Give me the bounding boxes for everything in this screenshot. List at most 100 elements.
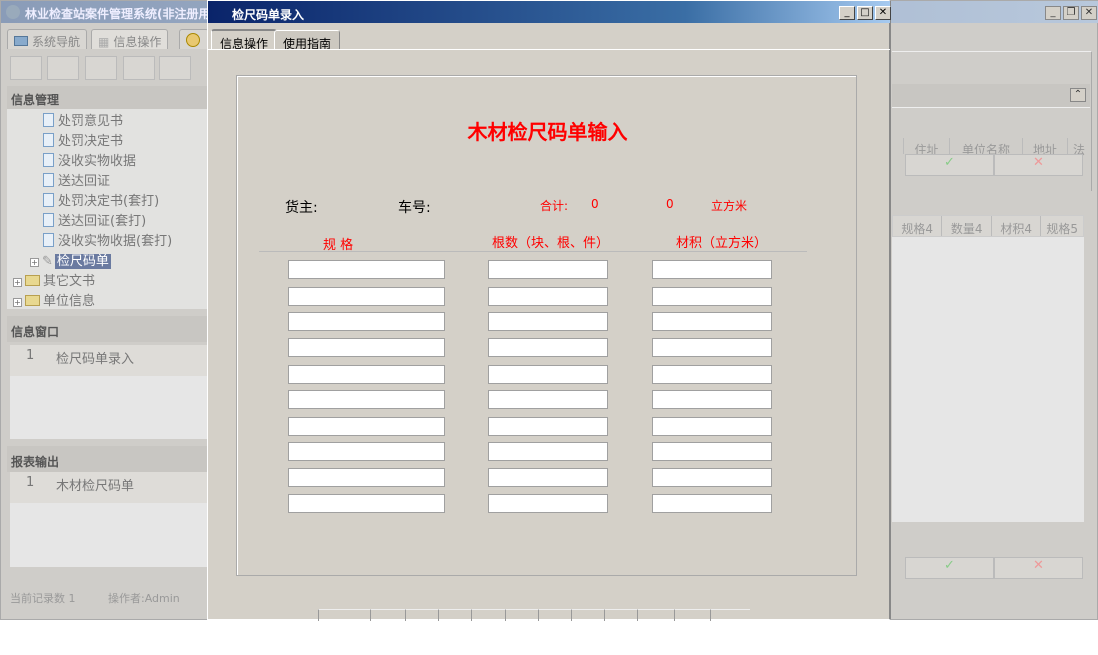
- bottom-button[interactable]: [674, 609, 710, 621]
- volume-input[interactable]: [652, 287, 772, 306]
- bottom-button[interactable]: [471, 609, 505, 621]
- header-divider: [259, 251, 807, 252]
- volume-input[interactable]: [652, 365, 772, 384]
- bottom-button[interactable]: [370, 609, 405, 621]
- cancel-button[interactable]: ✕: [994, 557, 1083, 579]
- confirm-button[interactable]: ✓: [905, 154, 994, 176]
- bottom-button[interactable]: [710, 609, 748, 621]
- bottom-button[interactable]: [571, 609, 604, 621]
- search-tool-button[interactable]: [10, 56, 42, 80]
- spec-input[interactable]: [288, 390, 445, 409]
- count-input[interactable]: [488, 442, 608, 461]
- tree-item[interactable]: 没收实物收据: [43, 150, 208, 170]
- close-button[interactable]: ✕: [1081, 6, 1097, 20]
- col-count-header: 根数（块、根、件）: [492, 232, 609, 251]
- tree-item[interactable]: 送达回证: [43, 170, 208, 190]
- collapse-button[interactable]: ⌃: [1070, 88, 1086, 102]
- count-input[interactable]: [488, 365, 608, 384]
- total-volume: 0: [666, 197, 674, 211]
- dialog-maximize-button[interactable]: □: [857, 6, 873, 20]
- bottom-button[interactable]: [637, 609, 674, 621]
- bottom-button[interactable]: [318, 609, 370, 621]
- spec-input[interactable]: [288, 417, 445, 436]
- document-icon: [43, 193, 54, 207]
- spec-input[interactable]: [288, 312, 445, 331]
- tree-item[interactable]: 处罚决定书: [43, 130, 208, 150]
- volume-input[interactable]: [652, 312, 772, 331]
- tab-guide[interactable]: 使用指南: [274, 30, 340, 49]
- spec-input[interactable]: [288, 338, 445, 357]
- volume-input[interactable]: [652, 494, 772, 513]
- tab-info-ops[interactable]: 信息操作: [211, 29, 277, 50]
- count-input[interactable]: [488, 468, 608, 487]
- unit-label: 立方米: [711, 197, 747, 214]
- tree-item[interactable]: 没收实物收据(套打): [43, 230, 208, 250]
- count-input[interactable]: [488, 287, 608, 306]
- spec-input[interactable]: [288, 260, 445, 279]
- spec-input[interactable]: [288, 365, 445, 384]
- restore-button[interactable]: ❐: [1063, 6, 1079, 20]
- count-input[interactable]: [488, 390, 608, 409]
- help-icon: [186, 33, 200, 47]
- tree-item[interactable]: 送达回证(套打): [43, 210, 208, 230]
- bottom-button[interactable]: [538, 609, 571, 621]
- volume-input[interactable]: [652, 260, 772, 279]
- grid2-header: 规格4 数量4 材积4 规格5: [892, 215, 1084, 237]
- bottom-button[interactable]: [405, 609, 438, 621]
- count-input[interactable]: [488, 417, 608, 436]
- volume-input[interactable]: [652, 468, 772, 487]
- tree-item-selected[interactable]: +✎检尺码单: [7, 250, 208, 270]
- spec-input[interactable]: [288, 494, 445, 513]
- tool-icon: ✎: [42, 254, 53, 269]
- tab-system-nav[interactable]: 系统导航: [7, 29, 87, 49]
- owner-label: 货主:: [285, 197, 318, 217]
- bottom-button[interactable]: [438, 609, 471, 621]
- document-tool-button[interactable]: [85, 56, 117, 80]
- tree-item[interactable]: 处罚意见书: [43, 110, 208, 130]
- expand-icon: +: [13, 298, 22, 307]
- tab-info-ops[interactable]: ▦信息操作: [91, 29, 168, 49]
- count-input[interactable]: [488, 494, 608, 513]
- dialog-minimize-button[interactable]: _: [839, 6, 855, 20]
- cancel-button[interactable]: ✕: [994, 154, 1083, 176]
- count-input[interactable]: [488, 260, 608, 279]
- volume-input[interactable]: [652, 417, 772, 436]
- list-item[interactable]: 1检尺码单录入: [10, 345, 208, 376]
- document-icon: [43, 153, 54, 167]
- volume-input[interactable]: [652, 390, 772, 409]
- bottom-button[interactable]: [604, 609, 637, 621]
- app-title: 林业检查站案件管理系统(非注册用户: [25, 7, 223, 21]
- count-input[interactable]: [488, 338, 608, 357]
- right-panel-header: [892, 84, 1090, 108]
- volume-input[interactable]: [652, 442, 772, 461]
- dialog-close-button[interactable]: ✕: [875, 6, 891, 20]
- total-count: 0: [591, 197, 599, 211]
- list-tool-button[interactable]: [47, 56, 79, 80]
- dialog-title-bar: 检尺码单录入: [208, 1, 890, 23]
- minimize-button[interactable]: _: [1045, 6, 1061, 20]
- list-item[interactable]: 1木材检尺码单: [10, 472, 208, 503]
- spec-input[interactable]: [288, 468, 445, 487]
- folder-icon: [25, 295, 40, 306]
- screen-tool-button[interactable]: [159, 56, 191, 80]
- volume-input[interactable]: [652, 338, 772, 357]
- car-number-label: 车号:: [398, 197, 431, 217]
- tree-folder[interactable]: +其它文书: [7, 270, 208, 290]
- document-icon: [43, 233, 54, 247]
- spec-input[interactable]: [288, 287, 445, 306]
- tree-item[interactable]: 处罚决定书(套打): [43, 190, 208, 210]
- bottom-button[interactable]: [505, 609, 538, 621]
- confirm-button[interactable]: ✓: [905, 557, 994, 579]
- app-logo-icon: [6, 5, 20, 19]
- folder-icon: [25, 275, 40, 286]
- info-mgmt-header: 信息管理: [7, 86, 208, 109]
- col-volume-header: 材积（立方米）: [676, 232, 767, 251]
- spec-input[interactable]: [288, 442, 445, 461]
- user-tool-button[interactable]: [123, 56, 155, 80]
- tree-folder[interactable]: +单位信息: [7, 290, 208, 310]
- tab-help[interactable]: [179, 29, 209, 49]
- count-input[interactable]: [488, 312, 608, 331]
- dialog-window: 检尺码单录入 _ □ ✕ 信息操作 使用指南 木材检尺码单输入 货主: 车号: …: [207, 0, 891, 620]
- list-empty-area: [10, 503, 208, 567]
- document-icon: [43, 173, 54, 187]
